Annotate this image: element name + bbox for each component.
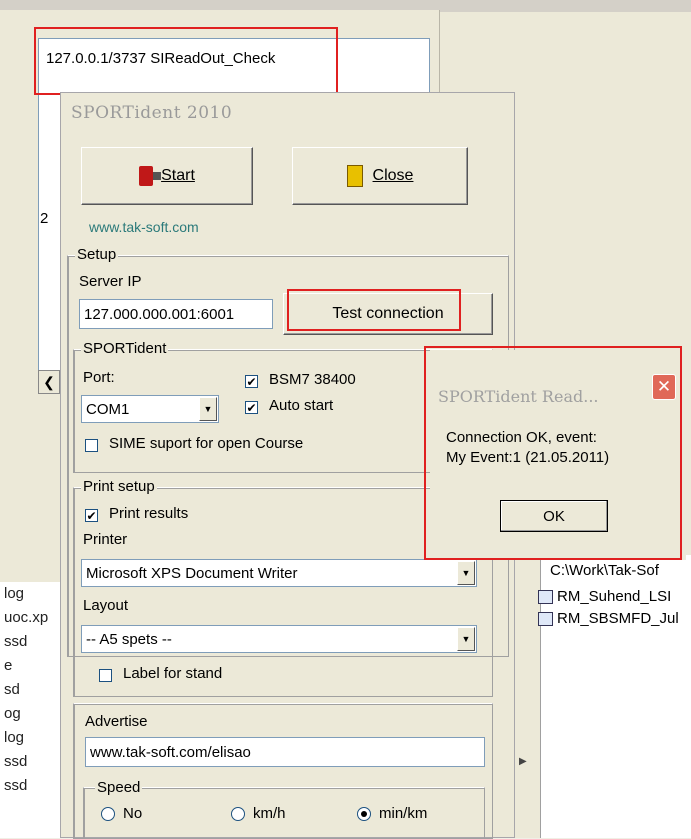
list-item[interactable]: sd: [0, 678, 60, 702]
list-item[interactable]: log: [0, 726, 60, 750]
radio-selected-icon: [357, 806, 371, 821]
list-item[interactable]: RM_SBSMFD_Jul: [538, 610, 679, 627]
list-item[interactable]: ssd: [0, 750, 60, 774]
chevron-down-icon[interactable]: ▼: [199, 397, 217, 421]
layout-label: Layout: [83, 597, 129, 614]
chevron-down-icon[interactable]: ▼: [457, 561, 475, 585]
setup-label: Setup: [75, 246, 119, 263]
highlight-path: [34, 27, 338, 95]
list-item[interactable]: ssd: [0, 630, 60, 654]
list-item[interactable]: log: [0, 582, 60, 606]
bsm7-checkbox[interactable]: ✔: [245, 375, 258, 388]
start-icon: [139, 166, 162, 186]
file-icon: [538, 612, 553, 627]
speed-option-minkm[interactable]: min/km: [357, 805, 427, 822]
radio-icon: [101, 806, 115, 821]
speed-option-kmh[interactable]: km/h: [231, 805, 286, 822]
list-item[interactable]: og: [0, 702, 60, 726]
highlight-dialog: [424, 346, 682, 560]
layout-select[interactable]: -- A5 spets -- ▼: [81, 625, 477, 653]
auto-start-label: Auto start: [269, 397, 334, 414]
scroll-arrow-icon[interactable]: ▶: [519, 756, 527, 767]
sportident-label: SPORTident: [81, 340, 169, 357]
speed-label: Speed: [95, 779, 143, 796]
list-item[interactable]: RM_Suhend_LSI: [538, 588, 671, 605]
label-for-stand-label: Label for stand: [123, 665, 223, 682]
background-list-item: 2: [40, 210, 49, 227]
bsm7-label: BSM7 38400: [269, 371, 356, 388]
highlight-test-connection: [287, 289, 461, 331]
port-label: Port:: [83, 369, 115, 386]
sime-checkbox[interactable]: [85, 439, 98, 452]
sime-label: SIME suport for open Course: [109, 435, 304, 452]
right-path: C:\Work\Tak-Sof: [550, 562, 659, 579]
speed-option-no[interactable]: No: [101, 805, 142, 822]
print-setup-label: Print setup: [81, 478, 157, 495]
print-results-label: Print results: [109, 505, 189, 522]
website-link[interactable]: www.tak-soft.com: [89, 219, 199, 235]
door-icon: [346, 165, 363, 187]
auto-start-checkbox[interactable]: ✔: [245, 401, 258, 414]
port-select[interactable]: COM1 ▼: [81, 395, 219, 423]
left-file-list: log uoc.xp ssd e sd og log ssd ssd: [0, 582, 60, 838]
advertise-input[interactable]: www.tak-soft.com/elisao: [85, 737, 485, 767]
scroll-left-icon[interactable]: ❮: [38, 370, 60, 394]
list-item[interactable]: uoc.xp: [0, 606, 60, 630]
close-button[interactable]: Close: [292, 147, 468, 205]
radio-icon: [231, 806, 245, 821]
chevron-down-icon[interactable]: ▼: [457, 627, 475, 651]
list-item[interactable]: ssd: [0, 774, 60, 798]
start-button[interactable]: Start: [81, 147, 253, 205]
label-for-stand-checkbox[interactable]: [99, 669, 112, 682]
print-results-checkbox[interactable]: ✔: [85, 509, 98, 522]
list-item[interactable]: e: [0, 654, 60, 678]
server-ip-label: Server IP: [79, 273, 142, 290]
printer-select[interactable]: Microsoft XPS Document Writer ▼: [81, 559, 477, 587]
file-icon: [538, 590, 553, 605]
window-title: SPORTident 2010: [71, 103, 233, 123]
printer-label: Printer: [83, 531, 128, 548]
advertise-label: Advertise: [85, 713, 148, 730]
server-ip-input[interactable]: 127.000.000.001:6001: [79, 299, 273, 329]
